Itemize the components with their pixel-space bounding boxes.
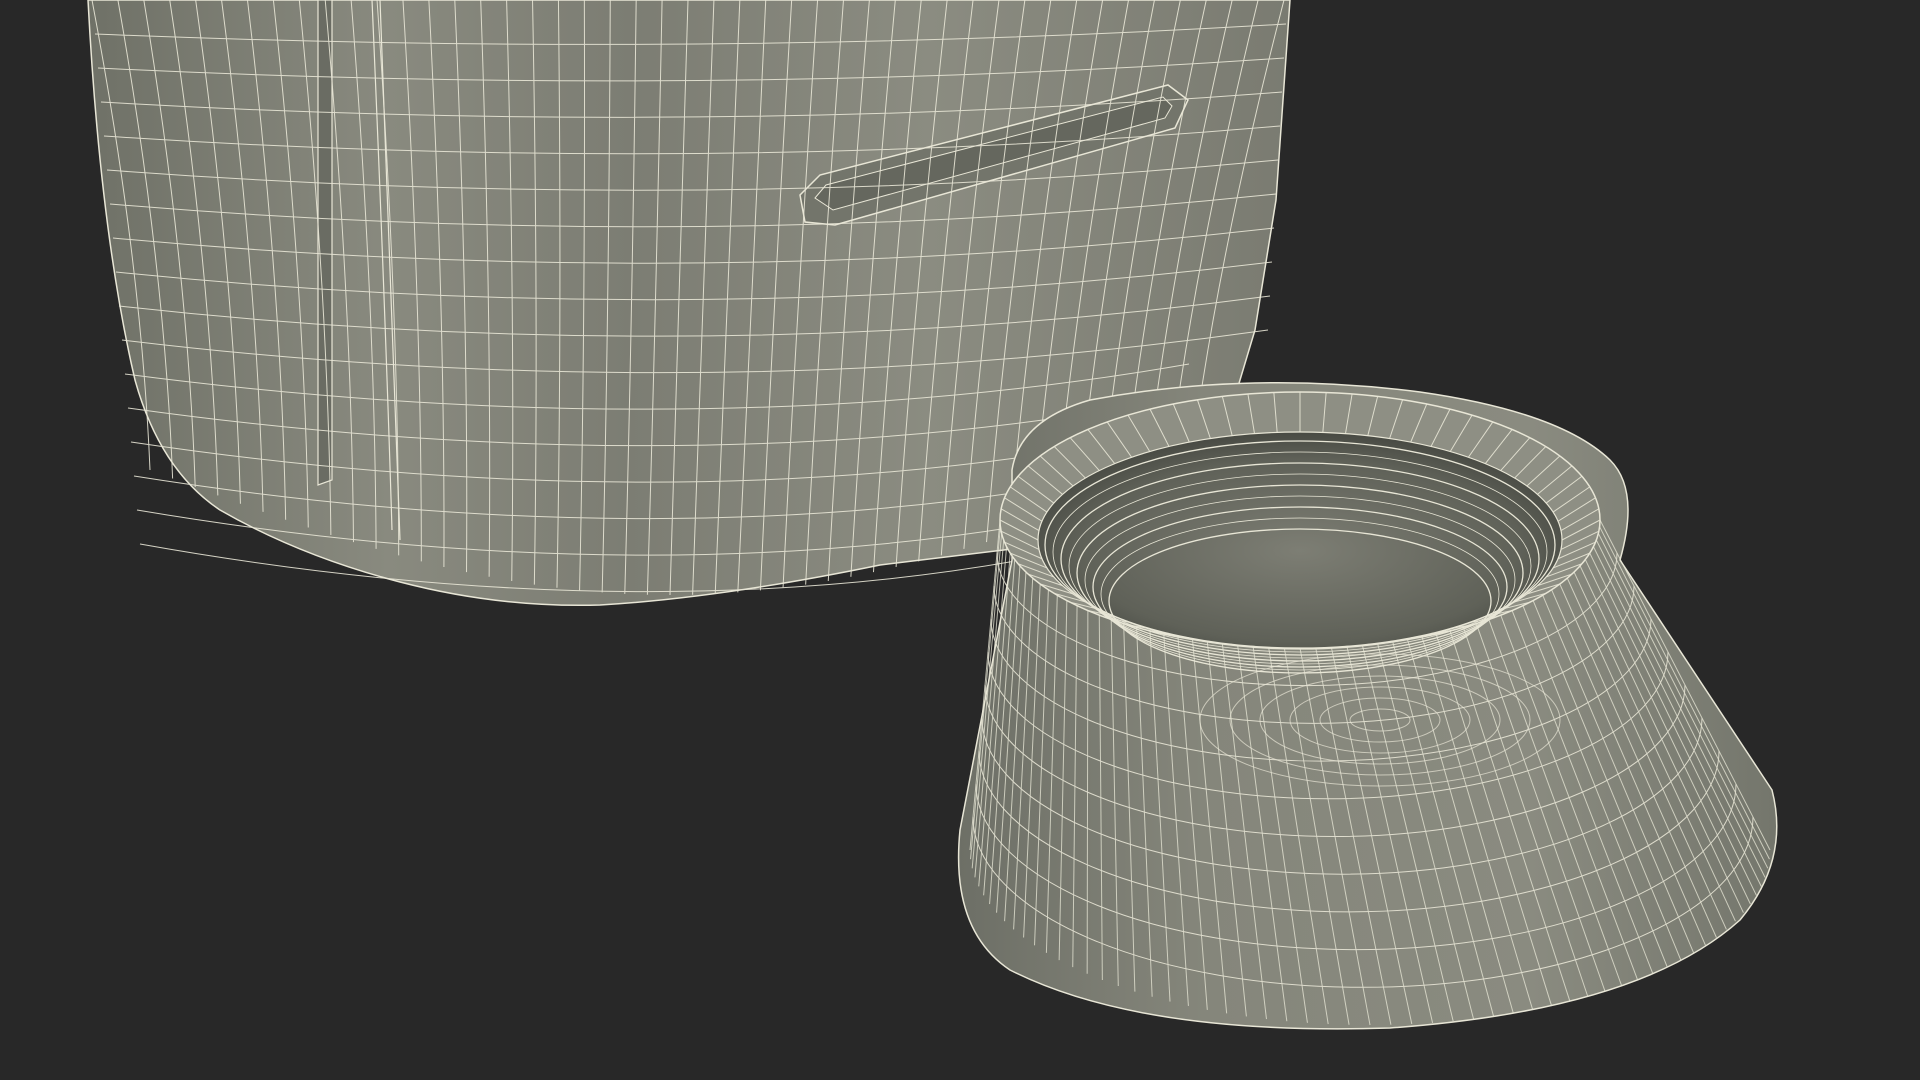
cap-rim-wire xyxy=(1367,643,1378,645)
bottle-cap xyxy=(957,381,1778,1030)
cap-rim-wire xyxy=(1222,643,1233,645)
wireframe-render xyxy=(87,0,1778,1030)
render-viewport xyxy=(0,0,1920,1080)
